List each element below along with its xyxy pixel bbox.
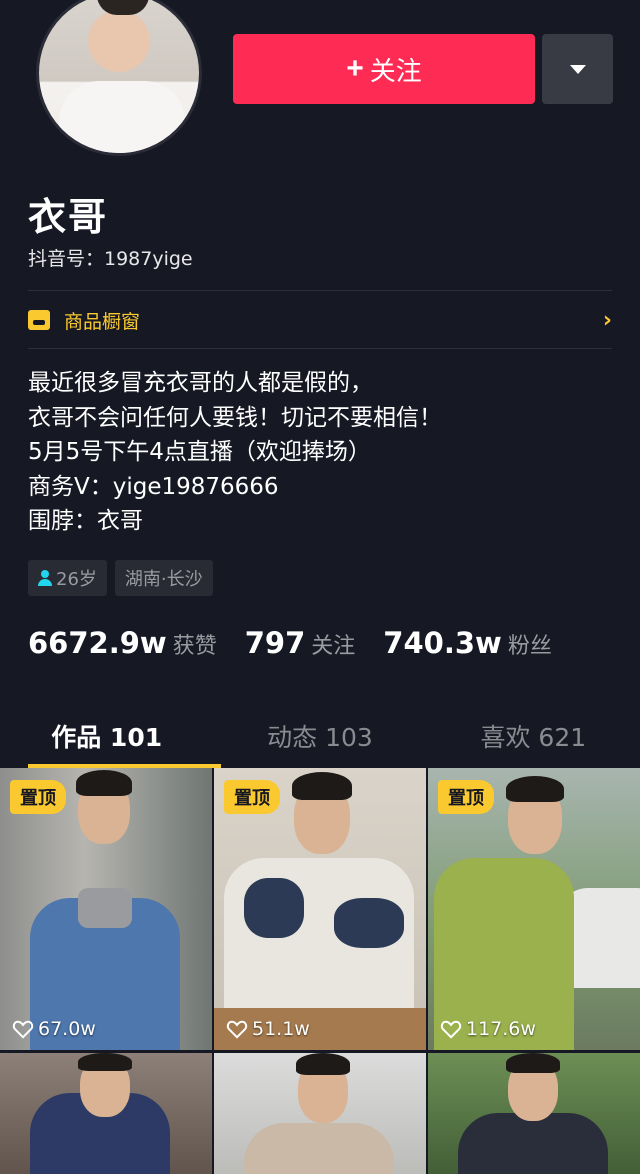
bio: 最近很多冒充衣哥的人都是假的， 衣哥不会问任何人要钱！切记不要相信！ 5月5号下… (28, 366, 442, 539)
follow-button[interactable]: + 关注 (233, 34, 535, 104)
avatar[interactable] (36, 0, 202, 156)
pinned-badge: 置顶 (224, 780, 280, 814)
like-count: 51.1w (226, 1018, 310, 1040)
bio-line: 5月5号下午4点直播（欢迎捧场） (28, 439, 371, 465)
stat-number: 740.3w (383, 626, 502, 660)
video-thumbnail[interactable] (214, 1053, 426, 1174)
like-count: 67.0w (12, 1018, 96, 1040)
shop-window-label: 商品橱窗 (64, 310, 141, 333)
pinned-badge: 置顶 (10, 780, 66, 814)
tab-likes[interactable]: 喜欢 621 (427, 706, 640, 766)
shop-icon (28, 310, 50, 330)
heart-icon (440, 1020, 462, 1039)
shop-window-row[interactable]: 商品橱窗 › (28, 300, 612, 340)
person-icon (38, 570, 52, 586)
stat-followers[interactable]: 740.3w 粉丝 (383, 626, 552, 660)
thumbnail-figure (506, 776, 564, 802)
stat-label: 获赞 (172, 634, 217, 659)
like-count-value: 67.0w (38, 1018, 96, 1040)
thumbnail-figure (458, 1113, 608, 1174)
stat-label: 粉丝 (507, 634, 552, 659)
divider (28, 348, 612, 349)
pinned-badge: 置顶 (438, 780, 494, 814)
tab-activity[interactable]: 动态 103 (213, 706, 426, 766)
stat-likes: 6672.9w 获赞 (28, 626, 217, 660)
video-thumbnail[interactable]: 置顶 51.1w (214, 768, 426, 1050)
bio-line: 商务V：yige19876666 (28, 473, 279, 500)
heart-icon (12, 1020, 34, 1039)
avatar-hair (97, 0, 149, 15)
thumbnail-figure (244, 878, 304, 938)
thumbnail-figure (334, 898, 404, 948)
avatar-shirt (59, 81, 185, 153)
location-label: 湖南·长沙 (124, 569, 203, 590)
triangle-down-icon (569, 64, 586, 74)
age-tag: 26岁 (28, 560, 107, 596)
stat-number: 797 (244, 626, 306, 660)
chevron-right-icon: › (602, 307, 612, 333)
like-count-value: 117.6w (466, 1018, 536, 1040)
content-tabs: 作品 101 动态 103 喜欢 621 (0, 706, 640, 768)
divider (28, 290, 612, 291)
more-options-button[interactable] (542, 34, 613, 104)
stat-number: 6672.9w (28, 626, 167, 660)
profile-tags: 26岁 湖南·长沙 (28, 560, 213, 596)
plus-icon: + (346, 52, 364, 85)
thumbnail-figure (244, 1123, 394, 1174)
thumbnail-figure (78, 888, 132, 928)
stats-row: 6672.9w 获赞 797 关注 740.3w 粉丝 (28, 626, 580, 660)
video-thumbnail[interactable]: 置顶 117.6w (428, 768, 640, 1050)
video-grid: 置顶 67.0w 置顶 51.1w 置顶 117.6w (0, 768, 640, 1174)
stat-label: 关注 (311, 634, 356, 659)
age-label: 26岁 (56, 569, 97, 590)
heart-icon (226, 1020, 248, 1039)
thumbnail-figure (78, 1053, 132, 1071)
thumbnail-figure (76, 770, 132, 796)
location-tag: 湖南·长沙 (114, 560, 213, 596)
video-thumbnail[interactable] (0, 1053, 212, 1174)
thumbnail-figure (506, 1053, 560, 1073)
like-count-value: 51.1w (252, 1018, 310, 1040)
stat-following[interactable]: 797 关注 (245, 626, 356, 660)
like-count: 117.6w (440, 1018, 536, 1040)
profile-name: 衣哥 (28, 195, 109, 239)
video-thumbnail[interactable] (428, 1053, 640, 1174)
thumbnail-figure (296, 1053, 350, 1075)
tab-works[interactable]: 作品 101 (0, 706, 222, 768)
video-thumbnail[interactable]: 置顶 67.0w (0, 768, 212, 1050)
bio-line: 最近很多冒充衣哥的人都是假的， (28, 370, 373, 396)
bio-line: 围脖：衣哥 (28, 508, 143, 534)
follow-label: 关注 (369, 55, 422, 86)
bio-line: 衣哥不会问任何人要钱！切记不要相信！ (28, 404, 442, 431)
thumbnail-figure (292, 772, 352, 800)
douyin-id: 抖音号：1987yige (28, 248, 193, 270)
